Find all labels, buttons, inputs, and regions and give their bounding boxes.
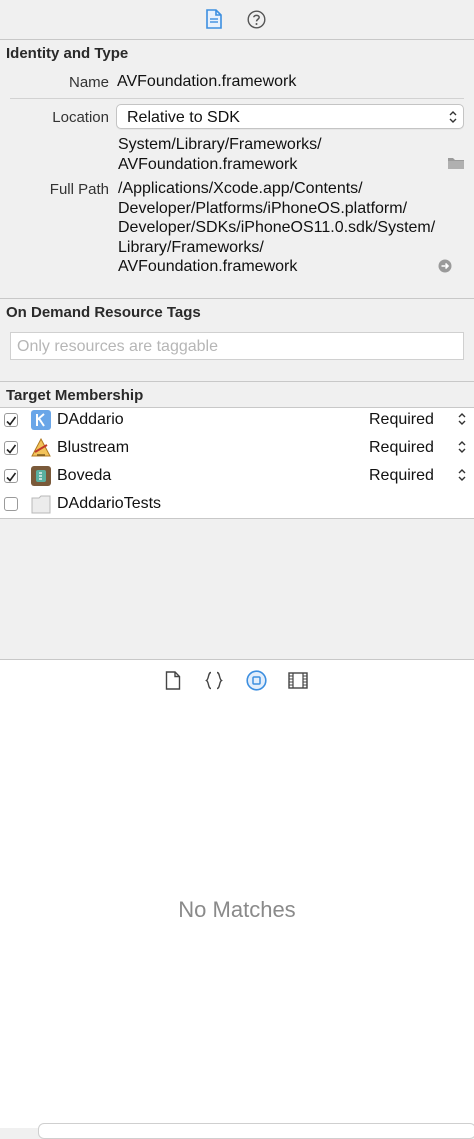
object-library-tab[interactable]	[246, 670, 267, 696]
target-membership-list: DAddario Required Blustream Required Bov…	[0, 408, 474, 518]
location-popup[interactable]: Relative to SDK	[116, 104, 464, 129]
fullpath-line: /Applications/Xcode.app/Contents/	[118, 180, 363, 197]
quick-help-tab[interactable]	[247, 10, 266, 34]
checkmark-icon	[6, 444, 17, 454]
target-name: Blustream	[57, 439, 130, 456]
target-row-daddario[interactable]: DAddario Required	[0, 408, 474, 435]
divider	[0, 518, 474, 519]
target-name: Boveda	[57, 467, 112, 484]
media-library-tab[interactable]	[288, 672, 308, 694]
target-name: DAddarioTests	[57, 495, 162, 512]
location-path-line: AVFoundation.framework	[118, 155, 298, 173]
media-library-icon	[288, 672, 308, 689]
file-template-icon	[165, 671, 181, 690]
target-checkbox[interactable]	[4, 413, 18, 427]
target-name: DAddario	[57, 411, 124, 428]
fullpath-line: Developer/SDKs/iPhoneOS11.0.sdk/System/	[118, 219, 436, 236]
updown-chevron-icon[interactable]	[458, 468, 466, 482]
location-path-line: System/Library/Frameworks/	[118, 136, 322, 153]
reveal-folder-button[interactable]	[447, 156, 465, 175]
location-path: System/Library/Frameworks/ AVFoundation.…	[118, 135, 322, 174]
section-title-identity: Identity and Type	[6, 45, 129, 62]
library-tab-bar	[0, 660, 474, 700]
fullpath-line: AVFoundation.framework	[118, 258, 298, 275]
location-popup-value: Relative to SDK	[127, 109, 240, 126]
target-row-boveda[interactable]: Boveda Required	[0, 464, 474, 491]
target-row-daddariotests[interactable]: DAddarioTests	[0, 492, 474, 519]
resource-tags-field[interactable]: Only resources are taggable	[10, 332, 464, 360]
target-checkbox[interactable]	[4, 469, 18, 483]
help-icon	[247, 10, 266, 29]
object-library-icon	[246, 670, 267, 691]
empty-state-text: No Matches	[178, 897, 296, 922]
inspector-tab-bar	[0, 0, 474, 40]
membership-value[interactable]: Required	[369, 439, 434, 457]
checkmark-icon	[6, 472, 17, 482]
code-snippet-tab[interactable]	[205, 671, 223, 695]
code-snippet-icon	[205, 671, 223, 690]
folder-icon	[448, 158, 464, 169]
membership-value[interactable]: Required	[369, 467, 434, 485]
target-checkbox[interactable]	[4, 441, 18, 455]
target-checkbox[interactable]	[4, 497, 18, 511]
divider	[0, 381, 474, 382]
app-target-icon	[31, 466, 51, 486]
location-label: Location	[52, 109, 109, 126]
fullpath-line: Developer/Platforms/iPhoneOS.platform/	[118, 199, 408, 217]
file-template-tab[interactable]	[165, 671, 181, 695]
section-title-odr: On Demand Resource Tags	[6, 304, 201, 321]
name-label: Name	[68, 74, 109, 91]
divider	[0, 298, 474, 299]
divider	[0, 39, 474, 40]
checkmark-icon	[6, 416, 17, 426]
xcode-target-icon	[31, 438, 51, 457]
fullpath-line: Library/Frameworks/	[118, 238, 264, 256]
app-target-icon	[31, 410, 51, 430]
updown-chevron-icon[interactable]	[458, 412, 466, 426]
library-filter-field[interactable]	[38, 1123, 474, 1139]
section-title-targets: Target Membership	[6, 387, 144, 404]
test-bundle-icon	[31, 495, 51, 514]
name-underline	[10, 98, 464, 99]
fullpath-value: /Applications/Xcode.app/Contents/ Develo…	[118, 179, 435, 277]
arrow-circle-icon	[438, 259, 452, 273]
file-icon	[206, 9, 222, 29]
updown-chevron-icon	[449, 111, 457, 123]
resource-tags-placeholder: Only resources are taggable	[17, 338, 218, 355]
file-inspector-tab[interactable]	[205, 9, 223, 34]
updown-chevron-icon[interactable]	[458, 440, 466, 454]
name-value[interactable]: AVFoundation.framework	[117, 72, 296, 92]
membership-value[interactable]: Required	[369, 411, 434, 429]
reveal-in-finder-button[interactable]	[438, 259, 452, 278]
fullpath-label: Full Path	[49, 181, 109, 198]
library-content: No Matches	[0, 700, 474, 1139]
target-row-blustream[interactable]: Blustream Required	[0, 436, 474, 463]
